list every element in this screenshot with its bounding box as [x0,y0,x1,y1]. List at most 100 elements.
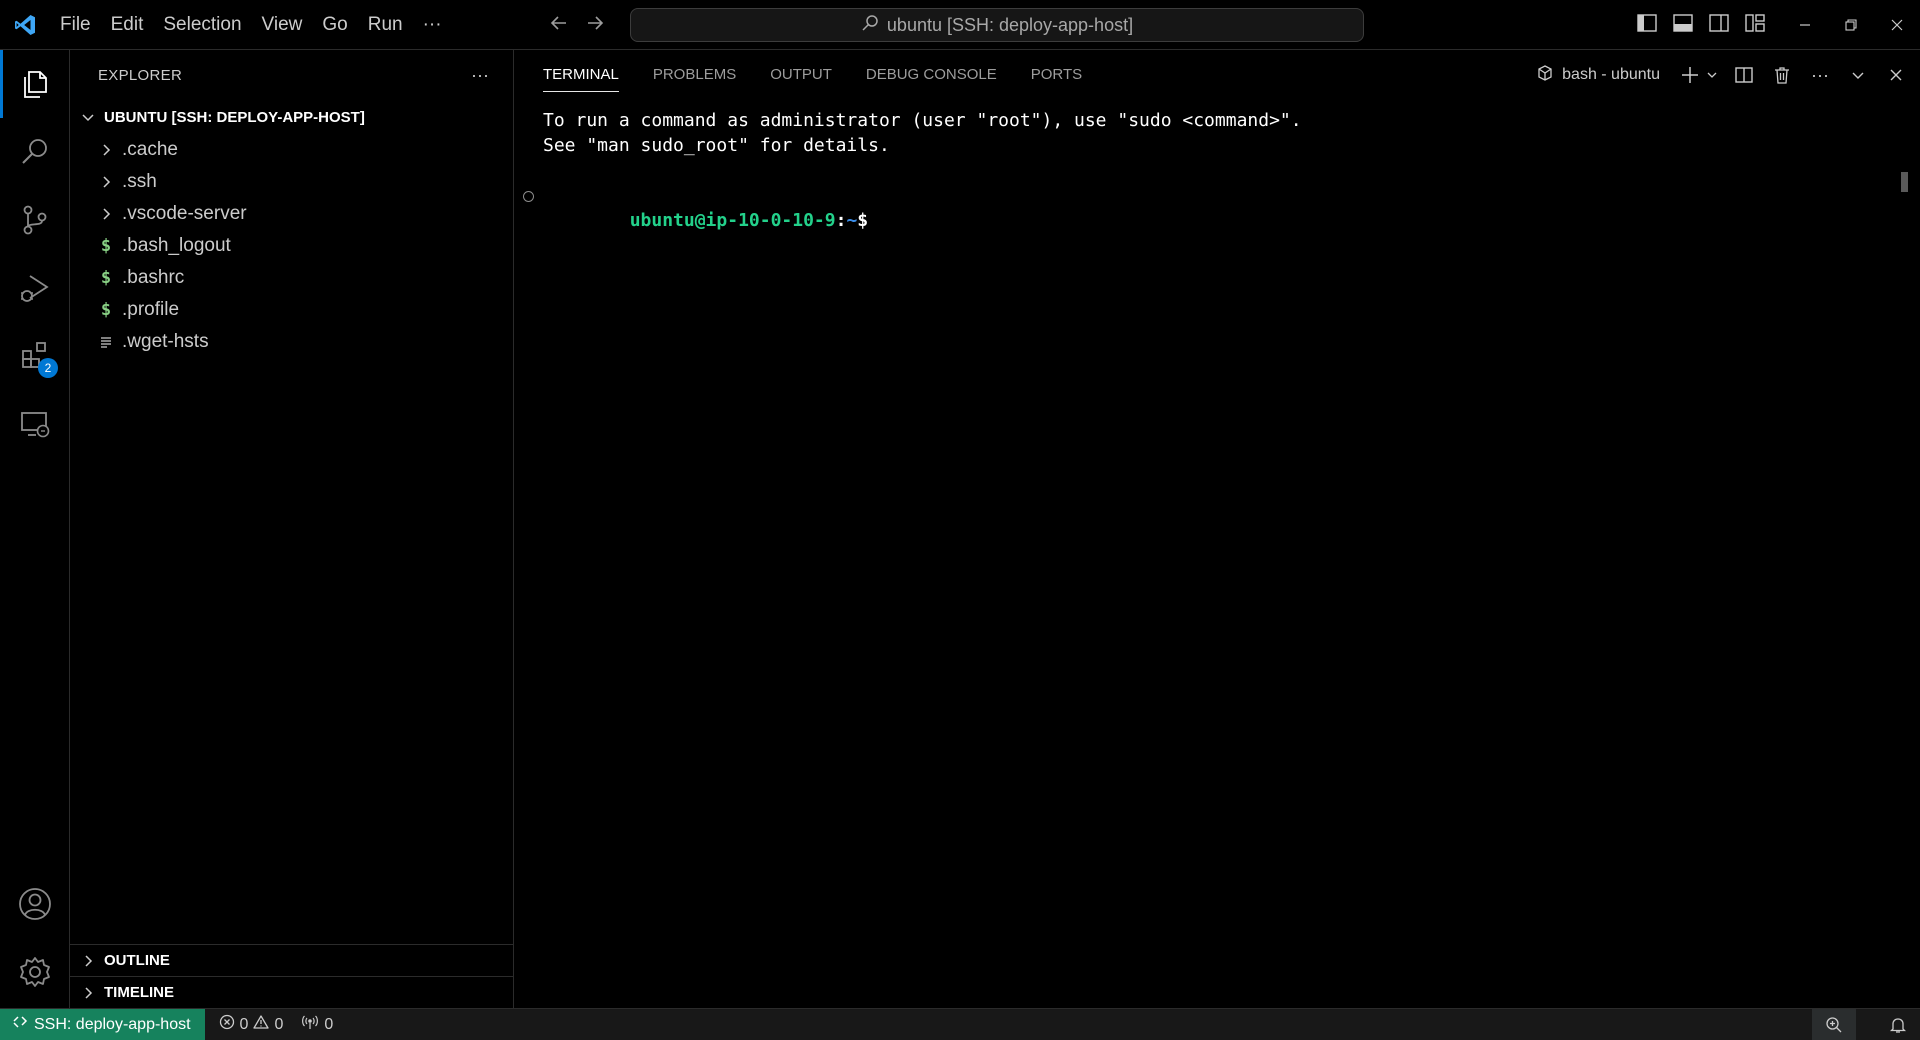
tree-item[interactable]: $ .bash_logout [70,230,513,262]
maximize-panel-chevron-icon[interactable] [1844,61,1872,89]
minimize-icon[interactable] [1782,0,1828,50]
chevron-right-icon [76,986,100,1000]
terminal-output[interactable]: To run a command as administrator (user … [523,108,1880,258]
outline-label: OUTLINE [104,952,170,969]
terminal-scrollbar[interactable] [1901,172,1908,192]
bottom-panel: TERMINAL PROBLEMS OUTPUT DEBUG CONSOLE P… [515,50,1920,1008]
error-count: 0 [239,1015,249,1033]
terminal-prompt: ubuntu@ip-10-0-10-9:~$ [523,183,1880,258]
menu-run[interactable]: Run [358,0,413,50]
window-controls [1782,0,1920,50]
explorer-more-actions-button[interactable]: ··· [471,65,489,86]
tree-item[interactable]: $ .bashrc [70,262,513,294]
tree-item[interactable]: .ssh [70,166,513,198]
terminal-cube-icon [1536,64,1554,87]
ports-status[interactable]: 0 [301,1014,333,1035]
terminal-line: See "man sudo_root" for details. [543,135,890,156]
tree-item-label: .vscode-server [122,203,247,224]
layout-controls [1636,0,1766,50]
panel-more-actions-icon[interactable]: ··· [1806,61,1834,89]
menu-selection[interactable]: Selection [153,0,251,50]
timeline-label: TIMELINE [104,984,174,1001]
workspace-folder-header[interactable]: UBUNTU [SSH: DEPLOY-APP-HOST] [70,100,513,134]
terminal-dropdown-chevron-icon[interactable] [1704,61,1720,89]
title-bar: File Edit Selection View Go Run ··· ubun… [0,0,1920,50]
prompt-user-host: ubuntu@ip-10-0-10-9 [629,210,836,231]
notifications-bell-icon[interactable] [1876,1009,1920,1040]
new-terminal-plus-icon[interactable] [1676,61,1704,89]
toggle-primary-sidebar-icon[interactable] [1636,13,1658,38]
search-icon [861,14,879,37]
restore-icon[interactable] [1828,0,1874,50]
tree-item-label: .bash_logout [122,235,231,256]
error-icon [219,1014,235,1035]
back-arrow-icon[interactable] [548,12,570,39]
zoom-icon[interactable] [1812,1009,1856,1040]
vscode-logo-icon [0,0,50,50]
customize-layout-icon[interactable] [1744,13,1766,38]
accounts-icon[interactable] [0,870,70,938]
status-bar: SSH: deploy-app-host 0 0 0 [0,1008,1920,1040]
menu-edit[interactable]: Edit [101,0,154,50]
command-center[interactable]: ubuntu [SSH: deploy-app-host] [630,8,1364,42]
tab-ports[interactable]: PORTS [1031,50,1082,100]
source-control-icon[interactable] [0,186,70,254]
toggle-secondary-sidebar-icon[interactable] [1708,13,1730,38]
run-debug-icon[interactable] [0,254,70,322]
prompt-path: ~ [846,210,858,231]
panel-tabs: TERMINAL PROBLEMS OUTPUT DEBUG CONSOLE P… [515,50,1116,100]
outline-section-header[interactable]: OUTLINE [70,944,514,976]
terminal-selector[interactable]: bash - ubuntu [1536,64,1660,87]
tree-item-label: .ssh [122,171,157,192]
close-window-icon[interactable] [1874,0,1920,50]
tab-problems[interactable]: PROBLEMS [653,50,736,100]
remote-indicator[interactable]: SSH: deploy-app-host [0,1008,205,1040]
menu-bar: File Edit Selection View Go Run ··· [50,0,452,50]
vscode-window: File Edit Selection View Go Run ··· ubun… [0,0,1920,1040]
kill-terminal-trash-icon[interactable] [1768,61,1796,89]
tab-output[interactable]: OUTPUT [770,50,832,100]
close-panel-icon[interactable] [1882,61,1910,89]
problems-status[interactable]: 0 0 [219,1014,283,1035]
tree-item[interactable]: .wget-hsts [70,326,513,358]
toggle-panel-icon[interactable] [1672,13,1694,38]
navigation-arrows [548,0,606,50]
forward-arrow-icon[interactable] [584,12,606,39]
timeline-section-header[interactable]: TIMELINE [70,976,514,1008]
shell-script-icon: $ [100,236,112,256]
remote-connection-icon [12,1014,28,1035]
chevron-right-icon [76,954,100,968]
remote-explorer-icon[interactable] [0,390,70,458]
warning-icon [253,1014,270,1035]
tab-debug-console[interactable]: DEBUG CONSOLE [866,50,997,100]
menu-more-button[interactable]: ··· [413,0,452,50]
split-terminal-icon[interactable] [1730,61,1758,89]
settings-gear-icon[interactable] [0,938,70,1006]
status-spacer [1856,1009,1876,1040]
tree-item[interactable]: .vscode-server [70,198,513,230]
menu-go[interactable]: Go [312,0,357,50]
command-center-label: ubuntu [SSH: deploy-app-host] [886,14,1134,35]
shell-script-icon: $ [100,300,112,320]
chevron-right-icon [94,207,118,221]
explorer-sidebar: EXPLORER ··· UBUNTU [SSH: DEPLOY-APP-HOS… [70,50,514,1008]
terminal-line: To run a command as administrator (user … [543,110,1302,131]
chevron-right-icon [94,143,118,157]
prompt-separator: : [835,210,847,231]
command-decoration-icon[interactable] [523,191,534,202]
search-icon[interactable] [0,118,70,186]
chevron-down-icon [76,110,100,124]
tree-item-label: .profile [122,299,180,320]
extensions-icon[interactable]: 2 [0,322,70,390]
shell-script-icon: $ [100,268,112,288]
menu-file[interactable]: File [50,0,101,50]
activity-bar: 2 [0,50,70,1008]
menu-view[interactable]: View [252,0,313,50]
remote-label: SSH: deploy-app-host [34,1015,191,1033]
tree-item[interactable]: $ .profile [70,294,513,326]
tab-terminal[interactable]: TERMINAL [543,50,619,100]
forwarded-ports-icon [301,1014,319,1035]
tree-item[interactable]: .cache [70,134,513,166]
explorer-icon[interactable] [0,50,70,118]
extensions-badge: 2 [38,358,58,378]
